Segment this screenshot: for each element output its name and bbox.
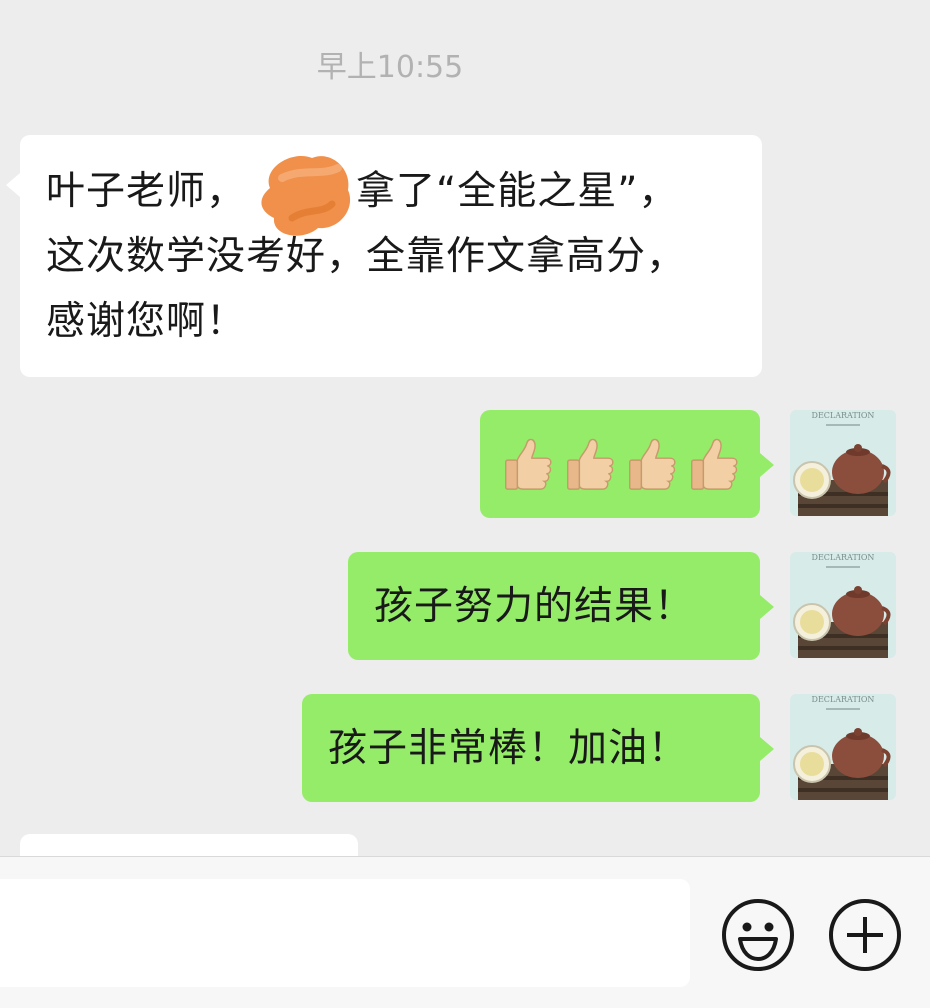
message-text: 叶子老师， 拿了“全能之星”， 这次数学没考好，全靠作文拿高分， 感谢您啊！	[46, 159, 742, 354]
message-input[interactable]	[0, 879, 690, 987]
message-timestamp: 早上10:55	[316, 50, 464, 85]
plus-circle-icon[interactable]	[827, 897, 903, 973]
message-line: 叶子老师， 拿了“全能之星”，	[46, 159, 742, 224]
outgoing-message-bubble[interactable]	[480, 410, 774, 518]
thumbs-up-icon	[567, 438, 614, 490]
thumbs-up-icon	[505, 438, 552, 490]
avatar-book-title: DECLARATION	[812, 553, 875, 562]
message-text: 孩子努力的结果！	[374, 583, 695, 629]
user-avatar[interactable]: DECLARATION	[790, 410, 896, 516]
thumbs-up-icon	[691, 438, 738, 490]
smiley-icon[interactable]	[720, 897, 796, 973]
incoming-message-bubble[interactable]: 叶子老师， 拿了“全能之星”， 这次数学没考好，全靠作文拿高分， 感谢您啊！	[6, 135, 762, 377]
thumbs-up-icon	[629, 438, 676, 490]
redaction-scribble	[261, 156, 351, 236]
avatar-book-title: DECLARATION	[812, 695, 875, 704]
message-line-part: 叶子老师，	[46, 169, 247, 214]
user-avatar[interactable]: DECLARATION	[790, 694, 896, 800]
avatar-book-title: DECLARATION	[812, 411, 875, 420]
user-avatar[interactable]: DECLARATION	[790, 552, 896, 658]
outgoing-message-bubble[interactable]: 孩子努力的结果！	[348, 552, 774, 660]
message-line-part: 拿了“全能之星”，	[356, 169, 679, 214]
chat-input-bar	[0, 856, 930, 1008]
message-text: 孩子非常棒！加油！	[328, 725, 689, 771]
outgoing-message-bubble[interactable]: 孩子非常棒！加油！	[302, 694, 774, 802]
message-line: 感谢您啊！	[46, 299, 247, 344]
message-line: 这次数学没考好，全靠作文拿高分，	[46, 234, 687, 279]
